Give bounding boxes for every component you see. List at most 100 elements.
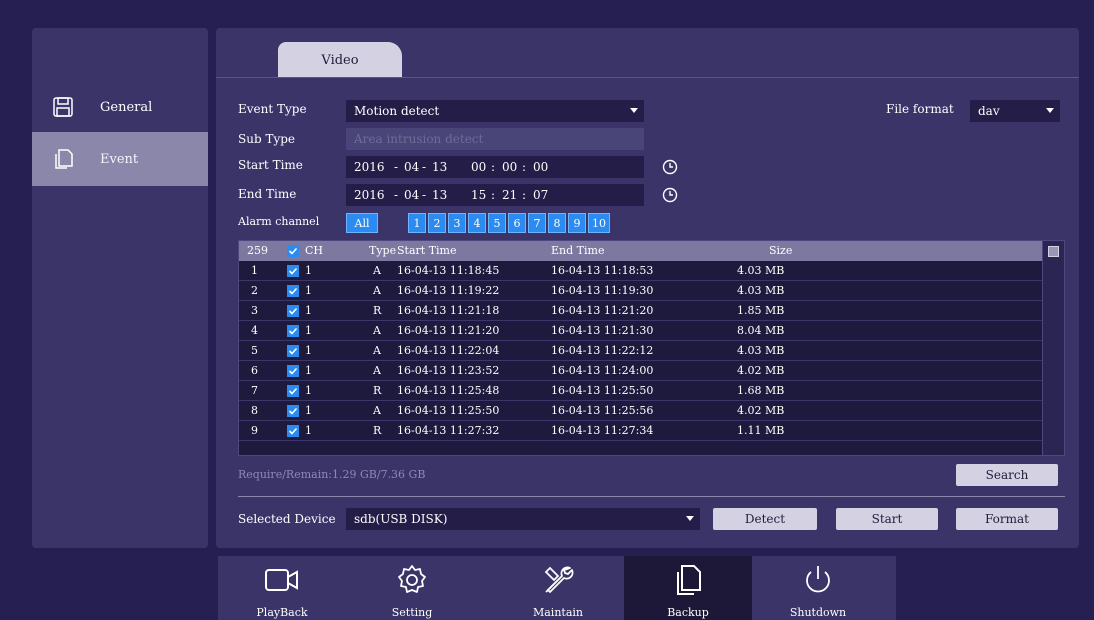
cell-no: 6 — [251, 364, 258, 377]
table-scrollbar[interactable] — [1042, 241, 1064, 455]
detect-button[interactable]: Detect — [713, 508, 817, 530]
end-year[interactable]: 2016 — [354, 184, 385, 206]
table-row[interactable]: 1 1 A 16-04-13 11:18:45 16-04-13 11:18:53 4.0… — [239, 261, 1042, 281]
header-type[interactable]: Type — [369, 241, 396, 261]
cell-no: 9 — [251, 424, 258, 437]
cell-no: 1 — [251, 264, 258, 277]
dock-label: PlayBack — [256, 606, 308, 619]
start-hour[interactable]: 00 — [471, 156, 486, 178]
end-day[interactable]: 13 — [432, 184, 447, 206]
event-type-select[interactable]: Motion detect — [346, 100, 644, 122]
cell-start-time: 16-04-13 11:27:32 — [397, 424, 500, 437]
channel-button[interactable]: 10 — [588, 213, 610, 233]
cell-no: 4 — [251, 324, 258, 337]
channel-button[interactable]: 1 — [408, 213, 426, 233]
end-month[interactable]: 04 — [404, 184, 419, 206]
table-row[interactable]: 3 1 R 16-04-13 11:21:18 16-04-13 11:21:20 1.8… — [239, 301, 1042, 321]
header-start-time[interactable]: Start Time — [397, 241, 457, 261]
row-checkbox[interactable] — [287, 365, 299, 377]
sidebar-item-general[interactable]: General — [32, 80, 208, 134]
cell-ch: 1 — [305, 344, 312, 357]
channel-button[interactable]: 4 — [468, 213, 486, 233]
table-row[interactable]: 7 1 R 16-04-13 11:25:48 16-04-13 11:25:50 1.6… — [239, 381, 1042, 401]
start-button[interactable]: Start — [836, 508, 938, 530]
dock-item-shutdown[interactable]: Shutdown — [754, 556, 882, 620]
header-size[interactable]: Size — [769, 241, 792, 261]
table-row[interactable]: 2 1 A 16-04-13 11:19:22 16-04-13 11:19:30 4.0… — [239, 281, 1042, 301]
cell-no: 7 — [251, 384, 258, 397]
date-separator: - — [422, 188, 427, 202]
end-minute[interactable]: 21 — [502, 184, 517, 206]
table-row[interactable]: 9 1 R 16-04-13 11:27:32 16-04-13 11:27:34 1.1… — [239, 421, 1042, 441]
dock-item-backup[interactable]: Backup — [624, 556, 752, 620]
gear-icon — [392, 560, 432, 600]
select-all-checkbox[interactable] — [287, 245, 299, 257]
format-button[interactable]: Format — [956, 508, 1058, 530]
power-icon — [798, 560, 838, 600]
cell-ch: 1 — [305, 324, 312, 337]
table-row[interactable]: 4 1 A 16-04-13 11:21:20 16-04-13 11:21:30 8.0… — [239, 321, 1042, 341]
sidebar-item-event[interactable]: Event — [32, 132, 208, 186]
cell-type: R — [373, 304, 382, 317]
dock-item-playback[interactable]: PlayBack — [218, 556, 346, 620]
date-separator: - — [422, 160, 427, 174]
dock-item-setting[interactable]: Setting — [348, 556, 476, 620]
cell-type: A — [373, 364, 381, 377]
cell-start-time: 16-04-13 11:23:52 — [397, 364, 500, 377]
channel-all-button[interactable]: All — [346, 213, 378, 233]
file-format-select[interactable]: dav — [970, 100, 1060, 122]
row-checkbox[interactable] — [287, 305, 299, 317]
table-row[interactable]: 5 1 A 16-04-13 11:22:04 16-04-13 11:22:12 4.0… — [239, 341, 1042, 361]
tab-video[interactable]: Video — [278, 42, 402, 78]
device-select[interactable]: sdb(USB DISK) — [346, 508, 700, 530]
row-checkbox[interactable] — [287, 265, 299, 277]
backup-icon — [668, 560, 708, 600]
scroll-thumb[interactable] — [1048, 246, 1059, 257]
channel-button[interactable]: 8 — [548, 213, 566, 233]
row-checkbox[interactable] — [287, 405, 299, 417]
dock-label: Maintain — [532, 606, 583, 619]
end-second[interactable]: 07 — [533, 184, 548, 206]
sub-type-label: Sub Type — [238, 132, 296, 146]
time-separator: : — [491, 160, 496, 174]
table-row-partial — [239, 441, 1042, 455]
row-checkbox[interactable] — [287, 325, 299, 337]
clock-icon[interactable] — [662, 187, 678, 203]
channel-button[interactable]: 6 — [508, 213, 526, 233]
table-row[interactable]: 6 1 A 16-04-13 11:23:52 16-04-13 11:24:00 4.0… — [239, 361, 1042, 381]
start-year[interactable]: 2016 — [354, 156, 385, 178]
end-hour[interactable]: 15 — [471, 184, 486, 206]
start-month[interactable]: 04 — [404, 156, 419, 178]
dock-item-maintain[interactable]: Maintain — [494, 556, 622, 620]
row-checkbox[interactable] — [287, 425, 299, 437]
end-time-field[interactable]: 2016 - 04 - 13 15 : 21 : 07 — [346, 184, 644, 206]
header-end-time[interactable]: End Time — [551, 241, 604, 261]
cell-size: 4.03 MB — [737, 264, 785, 277]
channel-button[interactable]: 5 — [488, 213, 506, 233]
start-day[interactable]: 13 — [432, 156, 447, 178]
channel-button[interactable]: 7 — [528, 213, 546, 233]
cell-size: 1.11 MB — [737, 424, 785, 437]
copy-icon — [52, 148, 74, 170]
header-ch[interactable]: CH — [305, 241, 323, 261]
start-minute[interactable]: 00 — [502, 156, 517, 178]
chevron-down-icon — [686, 516, 694, 521]
row-checkbox[interactable] — [287, 385, 299, 397]
row-checkbox[interactable] — [287, 285, 299, 297]
start-second[interactable]: 00 — [533, 156, 548, 178]
table-header: 259 CH Type Start Time End Time Size — [239, 241, 1042, 261]
channel-button[interactable]: 3 — [448, 213, 466, 233]
date-separator: - — [394, 188, 399, 202]
start-time-field[interactable]: 2016 - 04 - 13 00 : 00 : 00 — [346, 156, 644, 178]
channel-button[interactable]: 9 — [568, 213, 586, 233]
cell-type: A — [373, 284, 381, 297]
clock-icon[interactable] — [662, 159, 678, 175]
channel-button[interactable]: 2 — [428, 213, 446, 233]
event-type-value: Motion detect — [354, 104, 440, 118]
cell-type: A — [373, 324, 381, 337]
cell-no: 8 — [251, 404, 258, 417]
search-button[interactable]: Search — [956, 464, 1058, 486]
row-checkbox[interactable] — [287, 345, 299, 357]
sidebar: General Event — [32, 28, 208, 548]
table-row[interactable]: 8 1 A 16-04-13 11:25:50 16-04-13 11:25:56 4.0… — [239, 401, 1042, 421]
